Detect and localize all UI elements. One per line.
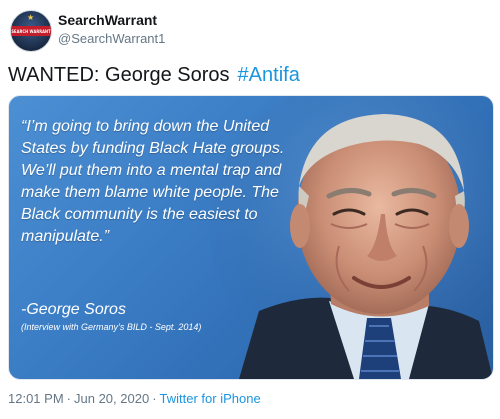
display-name[interactable]: SearchWarrant [58, 12, 157, 28]
tweet-text: WANTED: George Soros #Antifa [8, 64, 300, 87]
star-icon: ★ [27, 13, 35, 22]
tweet-body: WANTED: George Soros [8, 64, 230, 86]
tweet-date[interactable]: Jun 20, 2020 [74, 391, 149, 406]
avatar-badge: SEARCH WARRANT [11, 26, 51, 36]
tweet: ★ SEARCH WARRANT SearchWarrant @SearchWa… [0, 0, 500, 419]
tweet-time[interactable]: 12:01 PM [8, 391, 64, 406]
meta-separator: · [66, 391, 71, 406]
avatar-text: SEARCH WARRANT [11, 28, 51, 34]
quote-attribution: -George Soros [21, 301, 126, 318]
quote-text: “I’m going to bring down the United Stat… [21, 118, 285, 245]
tweet-source-link[interactable]: Twitter for iPhone [160, 391, 261, 406]
user-handle[interactable]: @SearchWarrant1 [58, 31, 165, 46]
meta-separator: · [152, 391, 157, 406]
tweet-meta: 12:01 PM · Jun 20, 2020 · Twitter for iPhone [8, 391, 261, 406]
quote-source: (Interview with Germany’s BILD - Sept. 2… [21, 322, 202, 332]
avatar[interactable]: ★ SEARCH WARRANT [10, 10, 52, 52]
tweet-image[interactable]: “I’m going to bring down the United Stat… [8, 95, 494, 380]
hashtag-link[interactable]: #Antifa [238, 64, 300, 86]
